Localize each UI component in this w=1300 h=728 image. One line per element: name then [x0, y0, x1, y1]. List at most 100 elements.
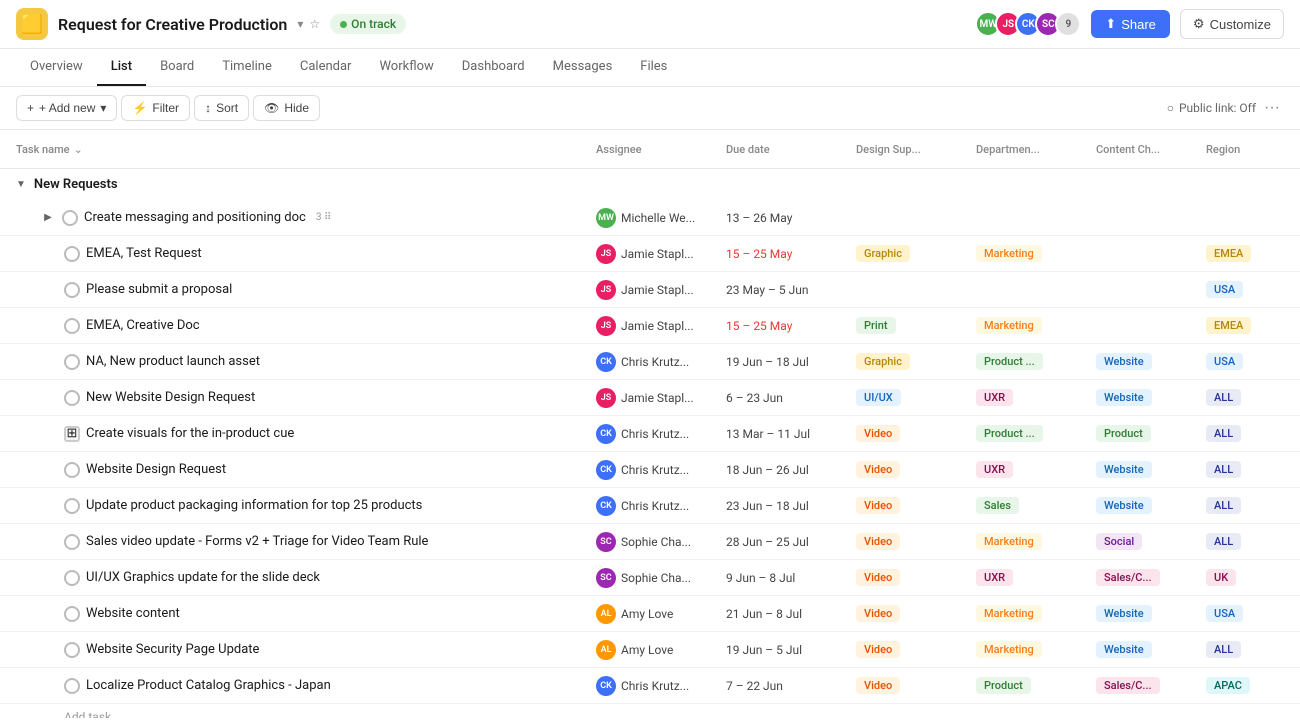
task-name[interactable]: Sales video update - Forms v2 + Triage f… [86, 534, 428, 549]
tab-messages[interactable]: Messages [539, 49, 627, 86]
due-date: 15 – 25 May [726, 319, 856, 333]
due-date: 13 – 26 May [726, 211, 856, 225]
department-cell: Marketing [976, 606, 1096, 621]
design-sup-cell: UI/UX [856, 390, 976, 405]
task-checkbox[interactable] [64, 570, 80, 586]
task-name[interactable]: EMEA, Test Request [86, 246, 202, 261]
task-name[interactable]: Create visuals for the in-product cue [86, 426, 294, 441]
sort-icon: ↕ [205, 101, 211, 115]
hide-button[interactable]: 👁 Hide [253, 95, 320, 121]
region-cell: ALL [1206, 462, 1300, 477]
col-department: Departmen... [976, 143, 1096, 156]
public-link[interactable]: ○ Public link: Off [1167, 101, 1256, 115]
table-row: ⊞ Create visuals for the in-product cue … [0, 416, 1300, 452]
task-checkbox[interactable] [64, 390, 80, 406]
design-sup-tag: Video [856, 425, 900, 442]
task-name[interactable]: Create messaging and positioning doc [84, 210, 306, 225]
task-checkbox[interactable] [64, 318, 80, 334]
avatar: CK [596, 460, 616, 480]
tab-calendar[interactable]: Calendar [286, 49, 366, 86]
customize-button[interactable]: ⚙ Customize [1180, 9, 1284, 39]
task-checkbox[interactable] [64, 642, 80, 658]
region-cell: ALL [1206, 498, 1300, 513]
due-date: 21 Jun – 8 Jul [726, 607, 856, 621]
tab-dashboard[interactable]: Dashboard [448, 49, 539, 86]
region-cell: EMEA [1206, 318, 1300, 333]
task-checkbox[interactable] [62, 210, 78, 226]
table-row: ▶ Create messaging and positioning doc 3… [0, 200, 1300, 236]
task-name[interactable]: Website Design Request [86, 462, 226, 477]
task-name[interactable]: Website content [86, 606, 180, 621]
nav-tabs: Overview List Board Timeline Calendar Wo… [0, 49, 1300, 87]
task-name[interactable]: UI/UX Graphics update for the slide deck [86, 570, 320, 585]
assignee-cell: SC Sophie Cha... [596, 532, 726, 552]
tab-list[interactable]: List [97, 49, 146, 86]
task-name[interactable]: Website Security Page Update [86, 642, 259, 657]
task-checkbox[interactable] [64, 282, 80, 298]
status-badge[interactable]: On track [330, 14, 406, 34]
tab-timeline[interactable]: Timeline [208, 49, 286, 86]
task-checkbox[interactable] [64, 354, 80, 370]
filter-button[interactable]: ⚡ Filter [121, 95, 190, 121]
expand-icon[interactable]: ▶ [40, 210, 56, 226]
table-row: Update product packaging information for… [0, 488, 1300, 524]
region-tag: EMEA [1206, 317, 1251, 334]
dropdown-icon[interactable]: ▾ [297, 17, 303, 31]
tab-workflow[interactable]: Workflow [365, 49, 447, 86]
task-name-cell: Update product packaging information for… [16, 498, 596, 514]
content-cell: Website [1096, 390, 1206, 405]
task-name[interactable]: New Website Design Request [86, 390, 255, 405]
region-cell: USA [1206, 354, 1300, 369]
task-name-cell: ⊞ Create visuals for the in-product cue [16, 426, 596, 442]
plus-icon: + [27, 101, 34, 115]
more-button[interactable]: ··· [1260, 95, 1284, 121]
assignee-name: Chris Krutz... [621, 355, 689, 369]
task-name[interactable]: NA, New product launch asset [86, 354, 260, 369]
section-new-requests[interactable]: ▼ New Requests [0, 169, 1300, 200]
design-sup-tag: Graphic [856, 245, 910, 262]
avatar: MW [596, 208, 616, 228]
department-tag: UXR [976, 461, 1013, 478]
task-checkbox[interactable] [64, 534, 80, 550]
sort-button[interactable]: ↕ Sort [194, 95, 249, 121]
avatar: SC [596, 568, 616, 588]
content-cell: Website [1096, 354, 1206, 369]
content-cell: Product [1096, 426, 1206, 441]
region-tag: USA [1206, 353, 1243, 370]
design-sup-cell: Graphic [856, 246, 976, 261]
design-sup-cell: Video [856, 642, 976, 657]
task-checkbox[interactable] [64, 246, 80, 262]
assignee-name: Amy Love [621, 643, 673, 657]
add-task-new-requests[interactable]: Add task... [0, 704, 1300, 718]
tab-files[interactable]: Files [626, 49, 681, 86]
task-checkbox[interactable] [64, 678, 80, 694]
content-tag: Sales/C... [1096, 569, 1160, 586]
task-name[interactable]: Update product packaging information for… [86, 498, 422, 513]
share-button[interactable]: ⬆ Share [1091, 10, 1170, 38]
tab-overview[interactable]: Overview [16, 49, 97, 86]
due-date: 19 Jun – 5 Jul [726, 643, 856, 657]
region-tag: ALL [1206, 461, 1241, 478]
tab-board[interactable]: Board [146, 49, 208, 86]
region-cell: ALL [1206, 426, 1300, 441]
assignee-name: Sophie Cha... [621, 535, 691, 549]
task-checkbox[interactable] [64, 606, 80, 622]
due-date: 6 – 23 Jun [726, 391, 856, 405]
task-checkbox[interactable] [64, 498, 80, 514]
task-checkbox[interactable] [64, 462, 80, 478]
assignee-cell: AL Amy Love [596, 604, 726, 624]
assignee-cell: CK Chris Krutz... [596, 676, 726, 696]
add-new-button[interactable]: + + Add new ▾ [16, 95, 117, 121]
task-name[interactable]: Please submit a proposal [86, 282, 232, 297]
avatar: AL [596, 640, 616, 660]
design-sup-cell: Video [856, 498, 976, 513]
task-checkbox[interactable]: ⊞ [64, 426, 80, 442]
task-name[interactable]: Localize Product Catalog Graphics - Japa… [86, 678, 331, 693]
star-icon[interactable]: ☆ [309, 17, 320, 31]
assignee-name: Chris Krutz... [621, 679, 689, 693]
design-sup-tag: Graphic [856, 353, 910, 370]
due-date: 18 Jun – 26 Jul [726, 463, 856, 477]
table-row: Website Security Page Update AL Amy Love… [0, 632, 1300, 668]
task-name[interactable]: EMEA, Creative Doc [86, 318, 200, 333]
assignee-name: Jamie Stapl... [621, 391, 694, 405]
